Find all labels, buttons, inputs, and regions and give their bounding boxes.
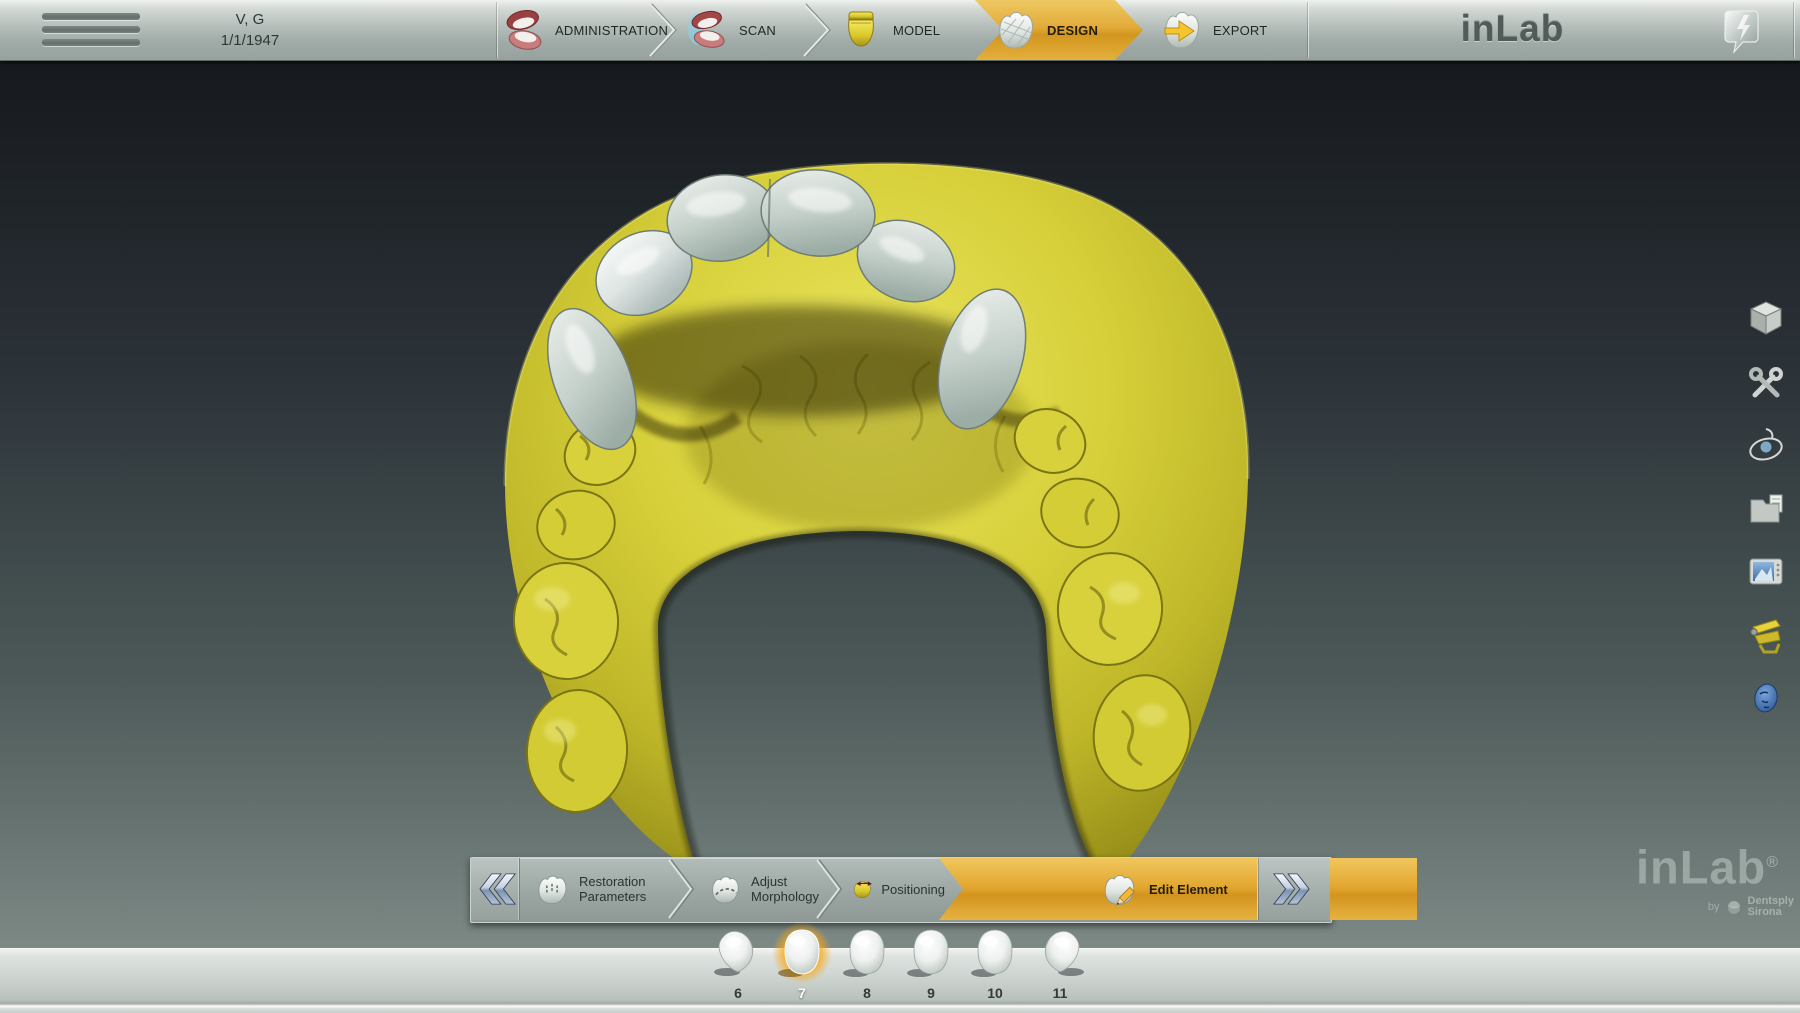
top-bar: V, G 1/1/1947 [0, 0, 1800, 61]
tooth-item-6[interactable]: 6 [706, 926, 770, 1006]
tab-administration[interactable]: ADMINISTRATION [500, 0, 668, 60]
tooth-item-9[interactable]: 9 [899, 926, 963, 1006]
tab-model[interactable]: MODEL [838, 0, 940, 60]
double-chevron-right-icon [1273, 869, 1315, 909]
tools-wrenches-icon[interactable] [1744, 360, 1788, 406]
watermark-brand: inLab® [1615, 839, 1800, 892]
double-chevron-left-icon [474, 869, 516, 909]
tooth-item-7-selected[interactable]: 7 [770, 926, 834, 1006]
tab-label: MODEL [893, 23, 940, 38]
denture-scan-icon [684, 7, 730, 53]
inlab-watermark: inLab® by Dentsply Sirona [1615, 839, 1800, 918]
canine-tooth-icon [710, 926, 766, 978]
canine-tooth-icon [1032, 926, 1088, 978]
previous-step-button[interactable] [471, 858, 520, 920]
step-restoration-parameters[interactable]: Restoration Parameters [521, 858, 679, 920]
tab-design[interactable]: DESIGN [992, 0, 1098, 60]
model-die-icon [838, 7, 884, 53]
articulation-motion-icon[interactable] [1744, 423, 1788, 469]
tab-label: ADMINISTRATION [555, 23, 668, 38]
tooth-number: 7 [770, 985, 834, 1001]
header-divider [497, 2, 498, 58]
incisor-tooth-icon [839, 926, 895, 978]
tooth-item-10[interactable]: 10 [963, 926, 1027, 1006]
step-chevron-divider [815, 858, 845, 920]
denture-icon [500, 7, 546, 53]
case-folder-icon[interactable] [1744, 486, 1788, 532]
tooth-selector: 6 7 8 [0, 926, 1800, 1006]
next-step-button[interactable] [1257, 858, 1330, 920]
restoration-parameters-icon [533, 871, 571, 907]
edit-element-icon [1099, 870, 1139, 908]
tab-label: EXPORT [1213, 23, 1267, 38]
tab-scan[interactable]: SCAN [684, 0, 776, 60]
header-divider [1794, 2, 1795, 58]
tooth-number: 10 [963, 985, 1027, 1001]
tab-export[interactable]: EXPORT [1158, 0, 1267, 60]
tab-label: SCAN [739, 23, 776, 38]
tooth-number: 9 [899, 985, 963, 1001]
step-adjust-morphology[interactable]: Adjust Morphology [697, 858, 825, 920]
patient-dob: 1/1/1947 [150, 30, 350, 51]
step-label: Edit Element [1149, 882, 1228, 897]
step-positioning[interactable]: Positioning [845, 858, 945, 920]
smile-design-face-icon[interactable] [1744, 675, 1788, 721]
tooth-number: 6 [706, 985, 770, 1001]
watermark-company: Dentsply Sirona [1748, 896, 1794, 918]
main-menu-button[interactable] [42, 13, 140, 47]
crown-wireframe-icon [992, 7, 1038, 53]
tab-chevron-divider [802, 2, 834, 58]
viewport-3d: Restoration Parameters Adjust Morphology [0, 61, 1800, 948]
tooth-number: 8 [835, 985, 899, 1001]
header-divider [1308, 2, 1309, 58]
patient-name: V, G [150, 9, 350, 30]
tooth-item-8[interactable]: 8 [835, 926, 899, 1006]
inlab-application-window: V, G 1/1/1947 [0, 0, 1800, 1013]
watermark-by: by [1708, 901, 1720, 913]
step-label: Positioning [881, 882, 945, 897]
step-edit-element[interactable]: Edit Element [939, 858, 1417, 920]
incisor-tooth-icon [967, 926, 1023, 978]
incisor-tooth-icon [774, 926, 830, 978]
crown-export-icon [1158, 7, 1204, 53]
inlab-logo: inLab [1425, 8, 1600, 50]
help-bubble-icon[interactable] [1720, 6, 1764, 54]
side-toolbar [1744, 297, 1788, 738]
tab-label: DESIGN [1047, 23, 1098, 38]
incisor-tooth-icon [903, 926, 959, 978]
step-chevron-divider [667, 858, 697, 920]
adjust-morphology-icon [707, 871, 743, 907]
workflow-step-bar: Restoration Parameters Adjust Morphology [470, 857, 1332, 923]
step-label: Restoration Parameters [579, 874, 663, 904]
patient-info: V, G 1/1/1947 [150, 9, 350, 51]
tooth-number: 11 [1028, 985, 1092, 1001]
tooth-item-11[interactable]: 11 [1028, 926, 1092, 1006]
display-settings-icon[interactable] [1744, 549, 1788, 595]
step-label: Adjust Morphology [751, 874, 825, 904]
dentsply-sirona-leaf-icon [1725, 898, 1743, 916]
positioning-icon [851, 871, 873, 907]
virtual-articulator-icon[interactable] [1744, 612, 1788, 658]
view-options-cube-icon[interactable] [1744, 297, 1788, 343]
dental-arch-model[interactable] [0, 61, 1800, 948]
